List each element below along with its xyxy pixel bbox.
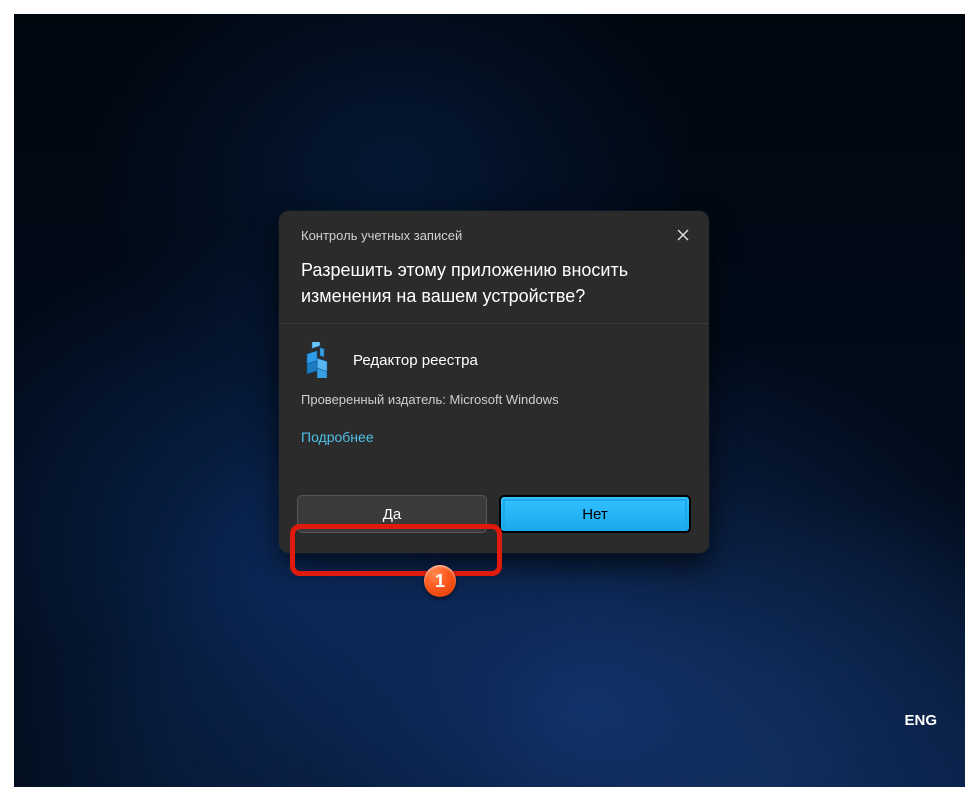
app-row: Редактор реестра (279, 324, 709, 390)
close-button[interactable] (667, 221, 699, 249)
uac-title: Контроль учетных записей (301, 228, 462, 243)
show-more-link[interactable]: Подробнее (279, 407, 396, 445)
app-name: Редактор реестра (353, 352, 478, 369)
no-button-label: Нет (582, 506, 608, 523)
desktop-dimmed-background: Контроль учетных записей Разрешить этому… (14, 14, 965, 787)
button-row: Да Нет (279, 447, 709, 553)
uac-question: Разрешить этому приложению вносить измен… (279, 249, 709, 323)
publisher-line: Проверенный издатель: Microsoft Windows (279, 390, 709, 407)
uac-dialog: Контроль учетных записей Разрешить этому… (279, 211, 709, 553)
no-button[interactable]: Нет (499, 495, 691, 533)
language-indicator[interactable]: ENG (904, 712, 937, 729)
uac-header: Контроль учетных записей (279, 211, 709, 249)
close-icon (677, 229, 689, 241)
yes-button-label: Да (383, 506, 402, 523)
regedit-icon (301, 342, 337, 378)
yes-button[interactable]: Да (297, 495, 487, 533)
